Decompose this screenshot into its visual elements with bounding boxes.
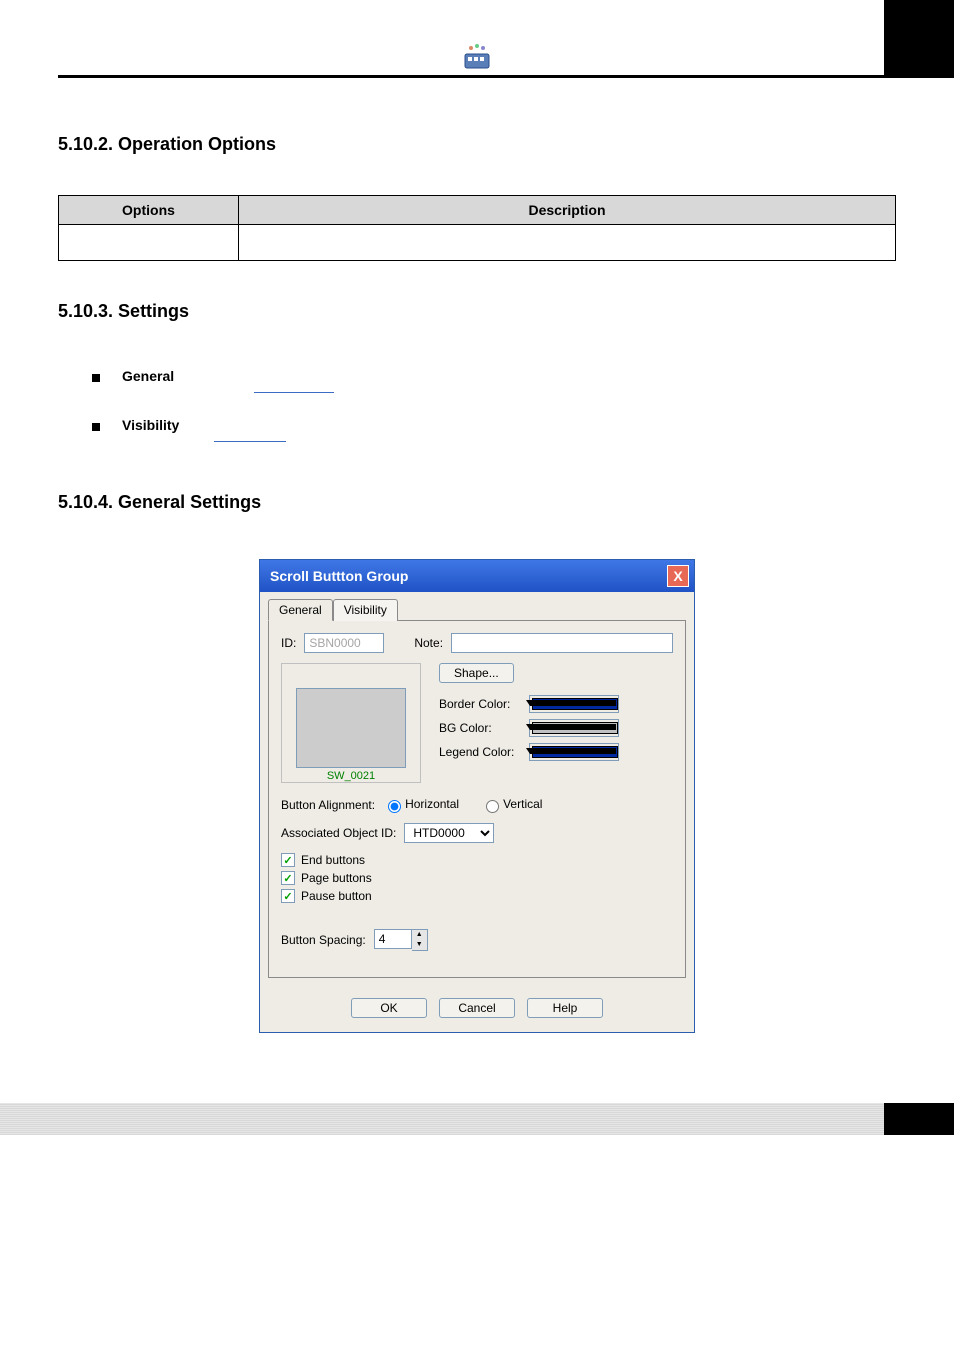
bullet-label-general: General [122, 368, 174, 384]
section-5104-title: 5.10.4. General Settings [58, 492, 896, 513]
button-spacing-input[interactable] [374, 929, 412, 949]
checkbox-pause-button[interactable]: ✓ [281, 889, 295, 903]
button-spacing-spinner[interactable]: ▲ ▼ [374, 929, 428, 951]
dialog-scroll-button-group: Scroll Buttton Group X General Visibilit… [259, 559, 695, 1033]
help-button[interactable]: Help [527, 998, 603, 1018]
chevron-down-icon [526, 748, 616, 754]
bullet-label-visibility: Visibility [122, 417, 179, 433]
close-icon[interactable]: X [667, 565, 689, 587]
app-icon [463, 42, 491, 70]
page-footer-block [884, 1103, 954, 1135]
header-right-block [884, 0, 954, 78]
cancel-button[interactable]: Cancel [439, 998, 515, 1018]
button-spacing-label: Button Spacing: [281, 933, 366, 947]
associated-object-id-select[interactable]: HTD0000 [404, 823, 494, 843]
id-field[interactable] [304, 633, 384, 653]
border-color-picker[interactable] [529, 695, 619, 713]
bullet-icon [92, 374, 100, 382]
shape-button[interactable]: Shape... [439, 663, 514, 683]
spinner-down-icon[interactable]: ▼ [412, 940, 427, 950]
page-buttons-label: Page buttons [301, 871, 372, 885]
checkbox-end-buttons[interactable]: ✓ [281, 853, 295, 867]
bullet-visibility: Visibility [92, 417, 896, 433]
radio-vertical[interactable]: Vertical [481, 797, 542, 813]
page-footer [0, 1103, 954, 1135]
id-label: ID: [281, 636, 296, 650]
bg-color-label: BG Color: [439, 721, 529, 735]
legend-color-label: Legend Color: [439, 745, 529, 759]
note-field[interactable] [451, 633, 673, 653]
description-col-header: Description [239, 196, 896, 225]
bullet-icon [92, 423, 100, 431]
page-header [58, 38, 896, 78]
chevron-down-icon [526, 700, 616, 706]
associated-object-id-label: Associated Object ID: [281, 826, 396, 840]
section-5103-title: 5.10.3. Settings [58, 301, 896, 322]
shape-name-label: SW_0021 [282, 770, 420, 782]
bullet-underline [254, 392, 334, 393]
bullet-general: General [92, 368, 896, 384]
bullet-underline [214, 441, 286, 442]
checkbox-page-buttons[interactable]: ✓ [281, 871, 295, 885]
dialog-title-text: Scroll Buttton Group [270, 568, 408, 584]
options-col-header: Options [59, 196, 239, 225]
chevron-down-icon [526, 724, 616, 730]
tab-general[interactable]: General [268, 599, 333, 621]
description-cell [239, 225, 896, 261]
options-cell [59, 225, 239, 261]
border-color-label: Border Color: [439, 697, 529, 711]
bg-color-picker[interactable] [529, 719, 619, 737]
ok-button[interactable]: OK [351, 998, 427, 1018]
section-5102-title: 5.10.2. Operation Options [58, 134, 896, 155]
settings-bullet-list: General Visibility [92, 368, 896, 442]
button-alignment-label: Button Alignment: [281, 798, 375, 812]
dialog-titlebar[interactable]: Scroll Buttton Group X [260, 560, 694, 592]
legend-color-picker[interactable] [529, 743, 619, 761]
shape-preview-box [296, 688, 406, 768]
pause-button-label: Pause button [301, 889, 372, 903]
tab-panel-general: ID: Note: SW_0021 [268, 620, 686, 978]
shape-preview-area: SW_0021 [281, 663, 421, 783]
tab-visibility[interactable]: Visibility [333, 599, 398, 621]
note-label: Note: [414, 636, 443, 650]
operation-options-table: Options Description [58, 195, 896, 261]
radio-horizontal[interactable]: Horizontal [383, 797, 459, 813]
end-buttons-label: End buttons [301, 853, 365, 867]
spinner-up-icon[interactable]: ▲ [412, 930, 427, 940]
